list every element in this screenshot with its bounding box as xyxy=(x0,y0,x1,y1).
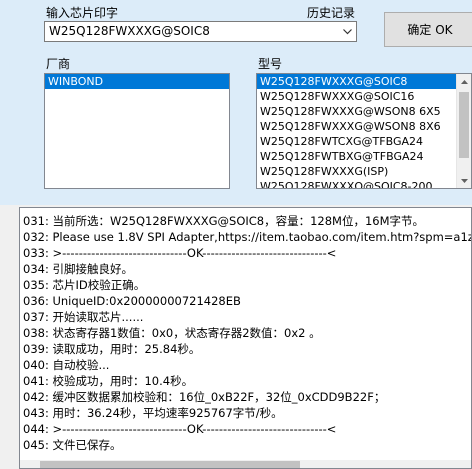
scroll-up-arrow-icon[interactable] xyxy=(457,74,471,89)
model-item[interactable]: W25Q128FWTBXG@TFBGA24 xyxy=(257,149,471,164)
model-item[interactable]: W25Q128FWXXXG@SOIC16 xyxy=(257,89,471,104)
chevron-down-icon[interactable] xyxy=(339,22,356,41)
log-line: 032: Please use 1.8V SPI Adapter,https:/… xyxy=(23,230,472,244)
log-line: 040: 自动校验... xyxy=(23,358,110,372)
log-line: 031: 当前所选：W25Q128FWXXXG@SOIC8，容量：128M位，1… xyxy=(23,214,425,228)
log-line: 045: 文件已保存。 xyxy=(23,438,122,452)
log-line: 033: >------------------------------OK--… xyxy=(23,246,337,260)
scroll-down-arrow-icon[interactable] xyxy=(457,173,471,188)
model-item[interactable]: W25Q128FWXXXQ@SOIC8-200 xyxy=(257,179,471,188)
log-line: 039: 读取成功，用时：25.84秒。 xyxy=(23,342,201,356)
log-line: 034: 引脚接触良好。 xyxy=(23,262,133,276)
log-line: 035: 芯片ID校验正确。 xyxy=(23,278,146,292)
log-line: 038: 状态寄存器1数值：0x0，状态寄存器2数值：0x2 。 xyxy=(23,326,321,340)
model-item[interactable]: W25Q128FWXXXG(ISP) xyxy=(257,164,471,179)
log-horizontal-scrollbar[interactable] xyxy=(20,460,471,468)
chip-input-label: 输入芯片印字 xyxy=(46,6,119,20)
scrollbar-thumb[interactable] xyxy=(459,92,469,158)
scrollbar-thumb[interactable] xyxy=(40,461,300,468)
model-item[interactable]: W25Q128FWXXXG@WSON8 8X6 xyxy=(257,119,471,134)
log-line: 041: 校验成功，用时：10.4秒。 xyxy=(23,374,194,388)
manufacturer-label: 厂商 xyxy=(46,57,71,71)
chip-marking-combo[interactable]: W25Q128FWXXXG@SOIC8 xyxy=(44,21,357,42)
log-line: 036: UniqueID:0x20000000721428EB xyxy=(23,294,241,308)
model-item[interactable]: W25Q128FWXXXG@WSON8 6X5 xyxy=(257,104,471,119)
manufacturer-item[interactable]: WINBOND xyxy=(45,74,229,89)
log-line: 043: 用时：36.24秒，平均速率925767字节/秒。 xyxy=(23,406,283,420)
ok-button[interactable]: 确定 OK xyxy=(384,12,472,47)
log-output[interactable]: 031: 当前所选：W25Q128FWXXXG@SOIC8，容量：128M位，1… xyxy=(19,207,472,469)
model-list[interactable]: W25Q128FWXXXG@SOIC8 W25Q128FWXXXG@SOIC16… xyxy=(256,73,472,189)
log-line: 044: >------------------------------OK--… xyxy=(23,422,337,436)
model-item[interactable]: W25Q128FWXXXG@SOIC8 xyxy=(257,74,471,89)
model-label: 型号 xyxy=(258,57,283,71)
history-label: 历史记录 xyxy=(307,6,356,20)
manufacturer-list[interactable]: WINBOND xyxy=(44,73,230,189)
log-line: 042: 缓冲区数据累加校验和：16位_0xB22F，32位_0xCDD9B22… xyxy=(23,390,386,404)
log-line: 037: 开始读取芯片...... xyxy=(23,310,144,324)
model-item[interactable]: W25Q128FWTCXG@TFBGA24 xyxy=(257,134,471,149)
chip-marking-value: W25Q128FWXXXG@SOIC8 xyxy=(49,24,210,38)
model-list-scrollbar[interactable] xyxy=(456,74,471,188)
